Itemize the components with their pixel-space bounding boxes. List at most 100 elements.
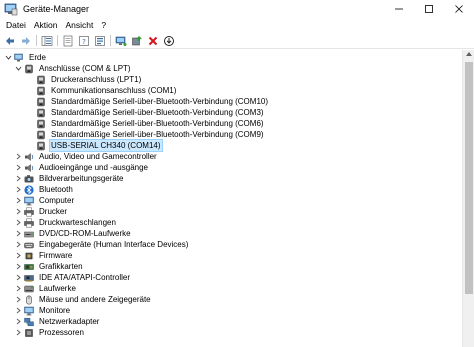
tree-item-label: Eingabegeräte (Human Interface Devices) bbox=[39, 240, 189, 249]
tree-item[interactable]: Anschlüsse (COM & LPT) bbox=[14, 63, 132, 74]
tree-item[interactable]: Druckwarteschlangen bbox=[14, 217, 117, 228]
expand-chevron-icon[interactable] bbox=[14, 162, 22, 173]
expand-chevron-icon[interactable] bbox=[14, 283, 22, 294]
tree-item[interactable]: Monitore bbox=[14, 305, 71, 316]
close-icon bbox=[455, 5, 463, 13]
show-hidden-button[interactable] bbox=[93, 34, 106, 47]
window-title: Geräte-Manager bbox=[23, 4, 90, 14]
window-controls bbox=[384, 0, 474, 18]
expand-chevron-icon[interactable] bbox=[14, 184, 22, 195]
device-manager-app-icon bbox=[4, 2, 18, 16]
tree-item[interactable]: Drucker bbox=[14, 206, 68, 217]
expand-chevron-icon[interactable] bbox=[14, 228, 22, 239]
tree-item-label: USB-SERIAL CH340 (COM14) bbox=[49, 139, 163, 152]
monitor-scan-icon bbox=[115, 36, 126, 46]
tree-item-label: Bluetooth bbox=[39, 185, 73, 194]
menu-ansicht[interactable]: Ansicht bbox=[61, 18, 97, 32]
menu-help[interactable]: ? bbox=[97, 18, 110, 32]
tree-item[interactable]: Standardmäßige Seriell-über-Bluetooth-Ve… bbox=[26, 96, 269, 107]
uninstall-device-button[interactable] bbox=[146, 34, 159, 47]
network-icon bbox=[24, 317, 34, 327]
menu-bar: Datei Aktion Ansicht ? bbox=[0, 18, 474, 32]
port-icon bbox=[36, 75, 46, 85]
tree-item-label: Bildverarbeitungsgeräte bbox=[39, 174, 124, 183]
update-driver-button[interactable] bbox=[130, 34, 143, 47]
minimize-button[interactable] bbox=[384, 0, 414, 18]
tree-view-icon bbox=[41, 35, 52, 46]
properties-button[interactable] bbox=[61, 34, 74, 47]
port-icon bbox=[24, 64, 34, 74]
speaker-icon bbox=[24, 163, 34, 173]
port-icon bbox=[36, 86, 46, 96]
svg-text:?: ? bbox=[82, 38, 86, 46]
uninstall-icon bbox=[148, 36, 157, 45]
tree-item[interactable]: Laufwerke bbox=[14, 283, 77, 294]
tree-item[interactable]: Bildverarbeitungsgeräte bbox=[14, 173, 125, 184]
tree-item[interactable]: Bluetooth bbox=[14, 184, 74, 195]
show-hidden-icon bbox=[94, 35, 105, 46]
tree-view-button[interactable] bbox=[40, 34, 53, 47]
tree-item[interactable]: IDE ATA/ATAPI-Controller bbox=[14, 272, 131, 283]
update-driver-icon bbox=[131, 35, 142, 45]
tree-item[interactable]: Audioeingänge und -ausgänge bbox=[14, 162, 149, 173]
tree-item[interactable]: DVD/CD-ROM-Laufwerke bbox=[14, 228, 132, 239]
scroll-up-arrow-icon[interactable] bbox=[466, 52, 472, 56]
tree-item[interactable]: Firmware bbox=[14, 250, 73, 261]
expand-chevron-icon[interactable] bbox=[14, 316, 22, 327]
tree-item[interactable]: Netzwerkadapter bbox=[14, 316, 100, 327]
expand-chevron-icon[interactable] bbox=[14, 327, 22, 338]
expand-chevron-icon[interactable] bbox=[14, 305, 22, 316]
tree-item[interactable]: Standardmäßige Seriell-über-Bluetooth-Ve… bbox=[26, 129, 265, 140]
tree-item[interactable]: Kommunikationsanschluss (COM1) bbox=[26, 85, 177, 96]
maximize-button[interactable] bbox=[414, 0, 444, 18]
expand-chevron-icon[interactable] bbox=[14, 151, 22, 162]
tree-item[interactable]: Audio, Video und Gamecontroller bbox=[14, 151, 158, 162]
help-button[interactable]: ? bbox=[77, 34, 90, 47]
expand-chevron-icon[interactable] bbox=[14, 239, 22, 250]
tree-item[interactable]: Mäuse und andere Zeigegeräte bbox=[14, 294, 152, 305]
tree-item-label: Netzwerkadapter bbox=[39, 317, 100, 326]
scrollbar-thumb[interactable] bbox=[465, 62, 473, 294]
expand-chevron-icon[interactable] bbox=[14, 261, 22, 272]
collapse-chevron-icon[interactable] bbox=[14, 63, 22, 74]
expand-chevron-icon[interactable] bbox=[14, 294, 22, 305]
tree-root-row[interactable]: Erde bbox=[4, 52, 47, 63]
device-tree[interactable]: Erde Anschlüsse (COM & LPT) Druckeranschl… bbox=[0, 50, 462, 347]
computer-root-icon bbox=[14, 53, 24, 63]
tree-item[interactable]: Grafikkarten bbox=[14, 261, 84, 272]
tree-item-label: Audioeingänge und -ausgänge bbox=[39, 163, 148, 172]
expand-chevron-icon[interactable] bbox=[14, 195, 22, 206]
port-icon bbox=[36, 119, 46, 129]
toolbar-separator bbox=[110, 35, 111, 46]
expand-chevron-icon[interactable] bbox=[14, 250, 22, 261]
cpu-icon bbox=[24, 328, 34, 338]
disable-device-button[interactable] bbox=[162, 34, 175, 47]
vertical-scrollbar[interactable] bbox=[462, 50, 474, 347]
close-button[interactable] bbox=[444, 0, 474, 18]
scan-hardware-button[interactable] bbox=[114, 34, 127, 47]
port-icon bbox=[36, 141, 46, 151]
expand-chevron-icon[interactable] bbox=[14, 217, 22, 228]
tree-item[interactable]: Druckeranschluss (LPT1) bbox=[26, 74, 142, 85]
menu-datei[interactable]: Datei bbox=[2, 18, 30, 32]
collapse-chevron-icon[interactable] bbox=[4, 52, 12, 63]
forward-icon bbox=[21, 36, 30, 45]
expand-chevron-icon[interactable] bbox=[14, 206, 22, 217]
tree-item[interactable]: Standardmäßige Seriell-über-Bluetooth-Ve… bbox=[26, 107, 265, 118]
tree-item-label: Drucker bbox=[39, 207, 68, 216]
tree-item-label: Audio, Video und Gamecontroller bbox=[39, 152, 157, 161]
menu-aktion[interactable]: Aktion bbox=[30, 18, 62, 32]
tree-item[interactable]: USB-SERIAL CH340 (COM14) bbox=[26, 139, 163, 152]
tree-item[interactable]: Standardmäßige Seriell-über-Bluetooth-Ve… bbox=[26, 118, 265, 129]
tree-item-label: Druckwarteschlangen bbox=[39, 218, 116, 227]
tree-item[interactable]: Computer bbox=[14, 195, 75, 206]
tree-item[interactable]: Prozessoren bbox=[14, 327, 85, 338]
expand-chevron-icon[interactable] bbox=[14, 173, 22, 184]
tree-item[interactable]: Eingabegeräte (Human Interface Devices) bbox=[14, 239, 189, 250]
tree-item-label: Kommunikationsanschluss (COM1) bbox=[51, 86, 177, 95]
toolbar-separator bbox=[36, 35, 37, 46]
back-button[interactable] bbox=[3, 34, 16, 47]
forward-button[interactable] bbox=[19, 34, 32, 47]
expand-chevron-icon[interactable] bbox=[14, 272, 22, 283]
